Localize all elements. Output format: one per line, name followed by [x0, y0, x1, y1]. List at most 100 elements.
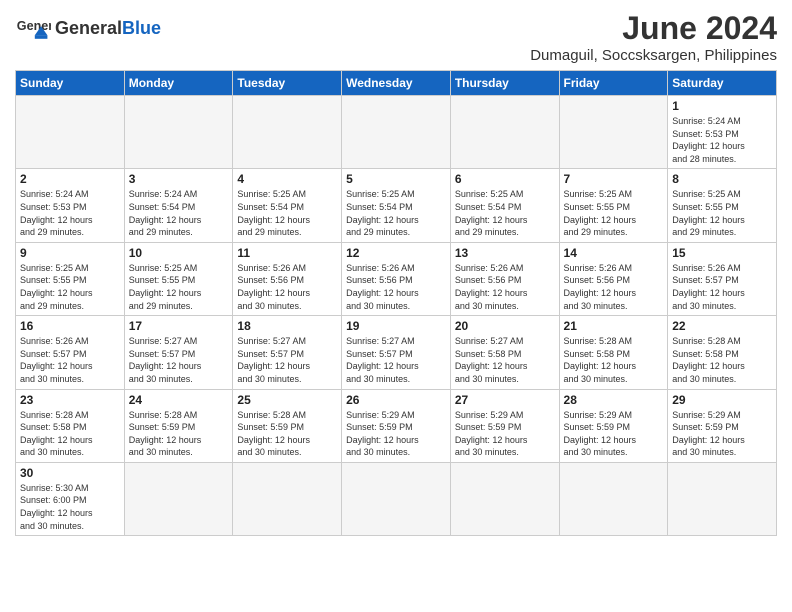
calendar-cell: [233, 462, 342, 535]
day-number: 28: [564, 393, 664, 407]
day-info: Sunrise: 5:25 AM Sunset: 5:55 PM Dayligh…: [672, 188, 772, 238]
day-info: Sunrise: 5:25 AM Sunset: 5:55 PM Dayligh…: [564, 188, 664, 238]
calendar-cell: 2 Sunrise: 5:24 AM Sunset: 5:53 PM Daylig…: [16, 169, 125, 242]
day-info: Sunrise: 5:28 AM Sunset: 5:59 PM Dayligh…: [237, 409, 337, 459]
calendar-cell: [16, 96, 125, 169]
calendar-cell: 22 Sunrise: 5:28 AM Sunset: 5:58 PM Dayli…: [668, 316, 777, 389]
calendar-cell: 29 Sunrise: 5:29 AM Sunset: 5:59 PM Dayli…: [668, 389, 777, 462]
calendar-week-3: 9 Sunrise: 5:25 AM Sunset: 5:55 PM Daylig…: [16, 242, 777, 315]
day-number: 29: [672, 393, 772, 407]
calendar-cell: 8 Sunrise: 5:25 AM Sunset: 5:55 PM Daylig…: [668, 169, 777, 242]
day-info: Sunrise: 5:25 AM Sunset: 5:55 PM Dayligh…: [129, 262, 229, 312]
day-number: 19: [346, 319, 446, 333]
day-info: Sunrise: 5:24 AM Sunset: 5:53 PM Dayligh…: [20, 188, 120, 238]
day-number: 14: [564, 246, 664, 260]
day-number: 27: [455, 393, 555, 407]
day-number: 30: [20, 466, 120, 480]
logo-text: GeneralBlue: [55, 19, 161, 37]
day-number: 4: [237, 172, 337, 186]
day-info: Sunrise: 5:27 AM Sunset: 5:58 PM Dayligh…: [455, 335, 555, 385]
calendar-cell: 24 Sunrise: 5:28 AM Sunset: 5:59 PM Dayli…: [124, 389, 233, 462]
calendar-week-1: 1Sunrise: 5:24 AM Sunset: 5:53 PM Daylig…: [16, 96, 777, 169]
calendar-cell: 6Sunrise: 5:25 AM Sunset: 5:54 PM Daylig…: [450, 169, 559, 242]
calendar-cell: [450, 462, 559, 535]
calendar-cell: 9 Sunrise: 5:25 AM Sunset: 5:55 PM Daylig…: [16, 242, 125, 315]
calendar-cell: 18Sunrise: 5:27 AM Sunset: 5:57 PM Dayli…: [233, 316, 342, 389]
day-info: Sunrise: 5:28 AM Sunset: 5:58 PM Dayligh…: [564, 335, 664, 385]
day-info: Sunrise: 5:26 AM Sunset: 5:56 PM Dayligh…: [455, 262, 555, 312]
calendar-week-5: 23 Sunrise: 5:28 AM Sunset: 5:58 PM Dayli…: [16, 389, 777, 462]
day-info: Sunrise: 5:26 AM Sunset: 5:56 PM Dayligh…: [346, 262, 446, 312]
calendar-cell: [559, 96, 668, 169]
day-number: 23: [20, 393, 120, 407]
day-number: 12: [346, 246, 446, 260]
calendar-cell: 15 Sunrise: 5:26 AM Sunset: 5:57 PM Dayli…: [668, 242, 777, 315]
day-info: Sunrise: 5:29 AM Sunset: 5:59 PM Dayligh…: [672, 409, 772, 459]
calendar-cell: 21Sunrise: 5:28 AM Sunset: 5:58 PM Dayli…: [559, 316, 668, 389]
calendar-cell: 25 Sunrise: 5:28 AM Sunset: 5:59 PM Dayli…: [233, 389, 342, 462]
day-info: Sunrise: 5:28 AM Sunset: 5:58 PM Dayligh…: [20, 409, 120, 459]
calendar-cell: 1Sunrise: 5:24 AM Sunset: 5:53 PM Daylig…: [668, 96, 777, 169]
calendar-cell: 14Sunrise: 5:26 AM Sunset: 5:56 PM Dayli…: [559, 242, 668, 315]
svg-text:General: General: [17, 19, 51, 33]
calendar-week-6: 30 Sunrise: 5:30 AM Sunset: 6:00 PM Dayli…: [16, 462, 777, 535]
day-number: 22: [672, 319, 772, 333]
calendar-cell: 4 Sunrise: 5:25 AM Sunset: 5:54 PM Daylig…: [233, 169, 342, 242]
weekday-header-sunday: Sunday: [16, 71, 125, 96]
day-info: Sunrise: 5:27 AM Sunset: 5:57 PM Dayligh…: [129, 335, 229, 385]
day-info: Sunrise: 5:27 AM Sunset: 5:57 PM Dayligh…: [346, 335, 446, 385]
location-subtitle: Dumaguil, Soccsksargen, Philippines: [530, 47, 777, 64]
weekday-header-friday: Friday: [559, 71, 668, 96]
day-number: 10: [129, 246, 229, 260]
calendar-cell: 10 Sunrise: 5:25 AM Sunset: 5:55 PM Dayli…: [124, 242, 233, 315]
day-number: 9: [20, 246, 120, 260]
calendar-cell: 30 Sunrise: 5:30 AM Sunset: 6:00 PM Dayli…: [16, 462, 125, 535]
day-info: Sunrise: 5:25 AM Sunset: 5:54 PM Dayligh…: [237, 188, 337, 238]
weekday-header-wednesday: Wednesday: [342, 71, 451, 96]
day-number: 2: [20, 172, 120, 186]
day-info: Sunrise: 5:30 AM Sunset: 6:00 PM Dayligh…: [20, 482, 120, 532]
day-number: 15: [672, 246, 772, 260]
day-info: Sunrise: 5:25 AM Sunset: 5:55 PM Dayligh…: [20, 262, 120, 312]
calendar-cell: [342, 96, 451, 169]
day-number: 17: [129, 319, 229, 333]
calendar-cell: 5Sunrise: 5:25 AM Sunset: 5:54 PM Daylig…: [342, 169, 451, 242]
calendar-body: 1 Sunrise: 5:24 AM Sunset: 5:53 PM Daylig…: [16, 96, 777, 536]
calendar-cell: 11 Sunrise: 5:26 AM Sunset: 5:56 PM Dayli…: [233, 242, 342, 315]
day-number: 25: [237, 393, 337, 407]
day-info: Sunrise: 5:26 AM Sunset: 5:57 PM Dayligh…: [672, 262, 772, 312]
calendar-cell: 17 Sunrise: 5:27 AM Sunset: 5:57 PM Dayli…: [124, 316, 233, 389]
day-info: Sunrise: 5:29 AM Sunset: 5:59 PM Dayligh…: [564, 409, 664, 459]
calendar-cell: 7Sunrise: 5:25 AM Sunset: 5:55 PM Daylig…: [559, 169, 668, 242]
day-number: 1: [672, 99, 772, 113]
day-number: 26: [346, 393, 446, 407]
day-number: 13: [455, 246, 555, 260]
title-block: June 2024 Dumaguil, Soccsksargen, Philip…: [530, 10, 777, 64]
calendar-cell: 27 Sunrise: 5:29 AM Sunset: 5:59 PM Dayli…: [450, 389, 559, 462]
logo-icon: General: [15, 10, 51, 46]
day-info: Sunrise: 5:26 AM Sunset: 5:56 PM Dayligh…: [237, 262, 337, 312]
day-number: 11: [237, 246, 337, 260]
calendar-cell: 19 Sunrise: 5:27 AM Sunset: 5:57 PM Dayli…: [342, 316, 451, 389]
day-number: 8: [672, 172, 772, 186]
weekday-header-tuesday: Tuesday: [233, 71, 342, 96]
calendar-cell: [450, 96, 559, 169]
calendar-cell: 20 Sunrise: 5:27 AM Sunset: 5:58 PM Dayli…: [450, 316, 559, 389]
day-number: 20: [455, 319, 555, 333]
month-title: June 2024: [530, 10, 777, 47]
day-info: Sunrise: 5:28 AM Sunset: 5:59 PM Dayligh…: [129, 409, 229, 459]
day-number: 24: [129, 393, 229, 407]
calendar-cell: 28 Sunrise: 5:29 AM Sunset: 5:59 PM Dayli…: [559, 389, 668, 462]
calendar-cell: [342, 462, 451, 535]
day-number: 16: [20, 319, 120, 333]
calendar-cell: [668, 462, 777, 535]
day-info: Sunrise: 5:29 AM Sunset: 5:59 PM Dayligh…: [455, 409, 555, 459]
calendar-cell: [233, 96, 342, 169]
calendar-cell: [559, 462, 668, 535]
calendar-cell: 23 Sunrise: 5:28 AM Sunset: 5:58 PM Dayli…: [16, 389, 125, 462]
weekday-header-thursday: Thursday: [450, 71, 559, 96]
calendar-cell: [124, 96, 233, 169]
day-info: Sunrise: 5:26 AM Sunset: 5:57 PM Dayligh…: [20, 335, 120, 385]
logo: General GeneralBlue: [15, 10, 161, 46]
day-info: Sunrise: 5:28 AM Sunset: 5:58 PM Dayligh…: [672, 335, 772, 385]
